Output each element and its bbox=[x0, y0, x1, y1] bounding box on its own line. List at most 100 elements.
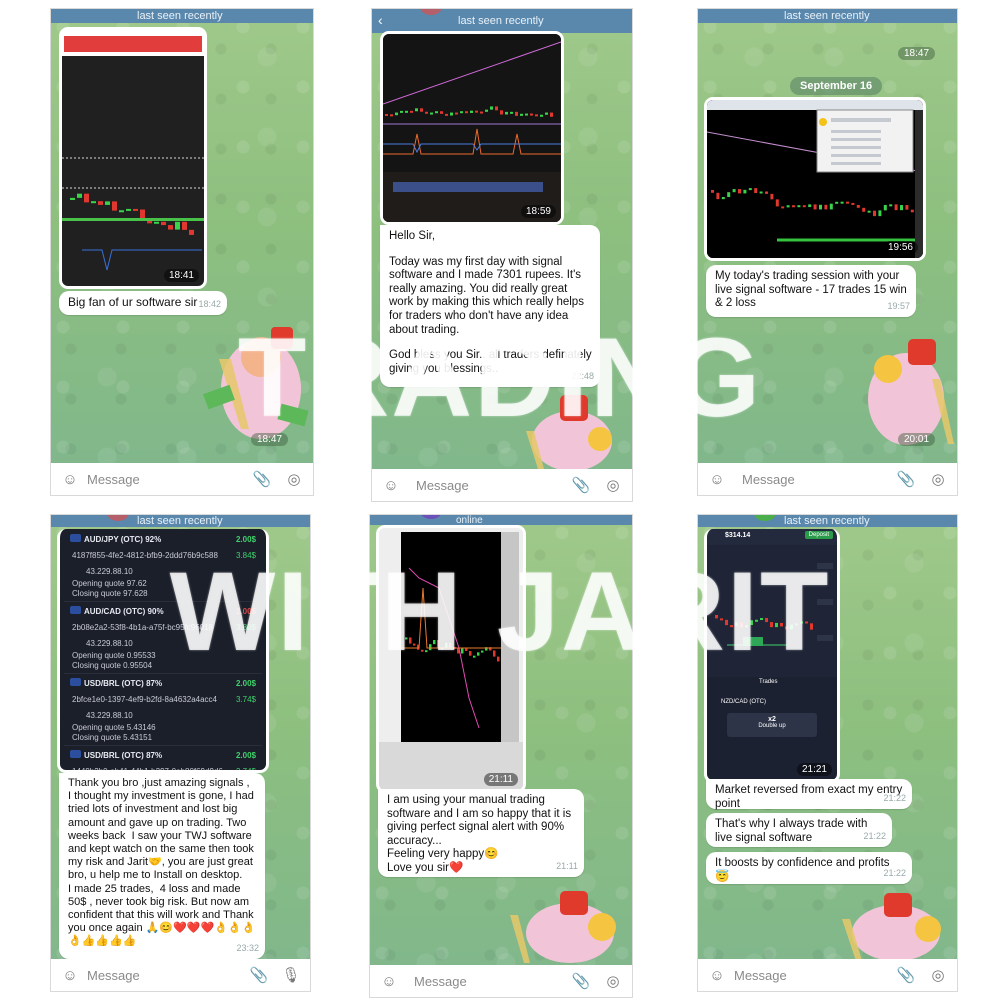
flag-icon bbox=[70, 750, 81, 758]
message-time: 21:22 bbox=[883, 868, 906, 879]
message-input[interactable]: Message bbox=[416, 478, 558, 493]
candle bbox=[894, 204, 898, 211]
candle bbox=[490, 106, 493, 110]
trade-row[interactable]: USD/BRL (OTC) 87% 2.00$ 3.74$ 1449b2b0-eb41… bbox=[64, 745, 262, 770]
candle bbox=[786, 205, 790, 208]
emoji-icon[interactable]: ☺ bbox=[708, 966, 726, 984]
back-arrow-icon[interactable]: ‹ bbox=[378, 12, 383, 28]
candle bbox=[430, 112, 433, 115]
camera-icon[interactable]: ◎ bbox=[604, 476, 622, 494]
trade-pair: USD/BRL (OTC) 87% bbox=[84, 679, 163, 688]
candle bbox=[550, 112, 553, 117]
attach-icon[interactable]: 📎 bbox=[572, 972, 591, 990]
candle bbox=[525, 113, 528, 116]
emoji-icon[interactable]: ☺ bbox=[380, 972, 398, 990]
candle bbox=[495, 106, 498, 111]
emoji-icon[interactable]: ☺ bbox=[61, 966, 79, 984]
candle bbox=[732, 189, 736, 193]
candle bbox=[738, 189, 741, 194]
chart-screenshot[interactable]: 19:56 bbox=[704, 97, 926, 261]
broker-topbar: $314.14 Deposit bbox=[707, 529, 837, 545]
trade-pair: AUD/JPY (OTC) 92% bbox=[84, 535, 162, 544]
double-up-label: Double up bbox=[758, 723, 786, 729]
candle bbox=[112, 201, 117, 211]
camera-icon[interactable]: ◎ bbox=[929, 966, 947, 984]
candle bbox=[867, 210, 871, 213]
candle bbox=[829, 203, 833, 210]
candle bbox=[105, 201, 110, 205]
candle bbox=[119, 210, 124, 213]
message-bubble[interactable]: That's why I always trade with live sign… bbox=[706, 813, 892, 847]
candle bbox=[400, 110, 403, 113]
candle bbox=[515, 111, 518, 116]
emoji-icon[interactable]: ☺ bbox=[61, 470, 79, 488]
avatar[interactable] bbox=[107, 515, 129, 521]
flag-icon bbox=[70, 678, 81, 686]
message-bubble[interactable]: My today's trading session with your liv… bbox=[706, 265, 916, 317]
candle bbox=[415, 108, 418, 112]
image-time: 18:59 bbox=[520, 205, 556, 218]
trades-tab[interactable]: Trades bbox=[759, 679, 777, 685]
trade-ip: 43.229.88.10 bbox=[86, 711, 133, 720]
candle bbox=[182, 221, 187, 230]
candle bbox=[721, 197, 725, 200]
trade-payout: 3.74$ bbox=[235, 695, 256, 704]
candle bbox=[824, 204, 828, 210]
candle bbox=[168, 225, 173, 230]
message-bubble[interactable]: Market reversed from exact my entry poin… bbox=[706, 779, 912, 810]
candle bbox=[390, 114, 393, 117]
camera-icon[interactable]: ◎ bbox=[929, 470, 947, 488]
message-bubble[interactable]: Big fan of ur software sir 18:42 bbox=[59, 291, 227, 315]
avatar[interactable] bbox=[420, 515, 442, 519]
avatar[interactable] bbox=[420, 9, 442, 15]
sticker-thumbs-up[interactable] bbox=[490, 885, 630, 965]
message-input-bar: ☺ Message 📎 ◎ bbox=[698, 463, 957, 495]
chat-header[interactable]: last seen recently bbox=[51, 9, 313, 23]
candle bbox=[711, 190, 714, 193]
attach-icon[interactable]: 📎 bbox=[897, 966, 916, 984]
double-up-button[interactable]: x2 Double up bbox=[727, 713, 817, 737]
camera-icon[interactable]: ◎ bbox=[285, 470, 303, 488]
candle bbox=[802, 205, 806, 208]
chat-header[interactable]: ‹ last seen recently bbox=[372, 9, 632, 33]
message-input[interactable]: Message bbox=[414, 974, 558, 989]
candle bbox=[727, 192, 731, 198]
chart-image bbox=[707, 100, 923, 258]
candle bbox=[808, 204, 812, 208]
attach-icon[interactable]: 📎 bbox=[250, 966, 269, 984]
message-input-bar: ☺ Message 📎 🎙 bbox=[51, 959, 310, 991]
attach-icon[interactable]: 📎 bbox=[572, 476, 591, 494]
camera-icon[interactable]: ◎ bbox=[604, 972, 622, 990]
candle bbox=[883, 204, 887, 211]
trade-row[interactable]: USD/BRL (OTC) 87% 2.00$ 3.74$ 2bfce1e0-1397… bbox=[64, 673, 262, 746]
attach-icon[interactable]: 📎 bbox=[253, 470, 272, 488]
message-bubble[interactable]: Thank you bro ,just amazing signals , I … bbox=[59, 773, 265, 959]
chat-header[interactable]: last seen recently bbox=[51, 515, 310, 527]
microphone-icon[interactable]: 🎙 bbox=[281, 966, 300, 984]
message-input[interactable]: Message bbox=[87, 968, 236, 983]
emoji-icon[interactable]: ☺ bbox=[382, 476, 400, 494]
deposit-button[interactable]: Deposit bbox=[804, 531, 833, 539]
image-time: 21:11 bbox=[483, 773, 518, 786]
chat-header[interactable]: last seen recently bbox=[698, 515, 957, 527]
attach-icon[interactable]: 📎 bbox=[897, 470, 916, 488]
chat-header[interactable]: online bbox=[370, 515, 632, 526]
sticker-thumbs-up[interactable] bbox=[828, 889, 953, 961]
chart-screenshot[interactable]: 18:59 bbox=[380, 31, 564, 225]
candle bbox=[775, 199, 779, 207]
emoji-icon[interactable]: ☺ bbox=[708, 470, 726, 488]
message-bubble[interactable]: It boosts by confidence and profits 😇 21… bbox=[706, 852, 912, 884]
candle bbox=[510, 111, 513, 114]
message-input[interactable]: Message bbox=[742, 472, 883, 487]
candle bbox=[540, 114, 543, 117]
chat-header[interactable]: last seen recently bbox=[698, 9, 957, 23]
message-bubble[interactable]: I am using your manual trading software … bbox=[378, 789, 584, 877]
chart-screenshot[interactable]: 18:41 bbox=[59, 27, 207, 289]
avatar[interactable] bbox=[754, 515, 776, 521]
candle bbox=[759, 191, 763, 194]
message-input[interactable]: Message bbox=[734, 968, 883, 983]
candle bbox=[465, 111, 468, 114]
message-text: My today's trading session with your liv… bbox=[715, 270, 910, 310]
message-input[interactable]: Message bbox=[87, 472, 239, 487]
candle bbox=[754, 188, 758, 194]
